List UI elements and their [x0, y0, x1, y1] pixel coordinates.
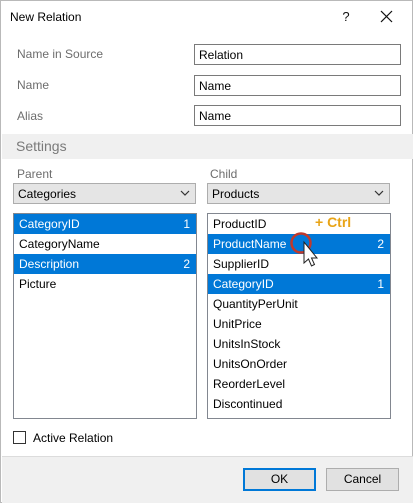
name-label: Name	[17, 78, 50, 92]
column-list-item[interactable]: QuantityPerUnit	[208, 294, 390, 314]
name-in-source-label: Name in Source	[17, 47, 104, 61]
column-name: UnitsInStock	[213, 337, 281, 351]
child-table-select[interactable]: Products	[207, 183, 390, 204]
ctrl-modifier-hint: + Ctrl	[315, 214, 352, 230]
new-relation-dialog: New Relation ? Name in Source Relation N…	[0, 0, 413, 503]
column-name: CategoryID	[19, 217, 80, 231]
settings-section-header: Settings	[2, 134, 413, 159]
column-name: ProductName	[213, 237, 287, 251]
column-name: UnitsOnOrder	[213, 357, 288, 371]
column-name: Picture	[19, 277, 57, 291]
settings-title: Settings	[16, 138, 67, 154]
column-name: ReorderLevel	[213, 377, 286, 391]
title-bar: New Relation ?	[1, 1, 412, 33]
column-list-item[interactable]: Description 2	[14, 254, 196, 274]
ok-button[interactable]: OK	[243, 468, 316, 491]
column-name: Description	[19, 257, 80, 271]
cancel-button[interactable]: Cancel	[326, 468, 399, 491]
column-list-item[interactable]: CategoryID 1	[208, 274, 390, 294]
dialog-title: New Relation	[10, 10, 82, 24]
mouse-pointer-icon	[290, 232, 319, 267]
parent-table-value: Categories	[18, 187, 77, 201]
name-input[interactable]: Name	[194, 75, 401, 96]
chevron-down-icon	[180, 190, 190, 196]
parent-label: Parent	[17, 167, 53, 181]
help-button[interactable]: ?	[335, 6, 357, 28]
column-name: SupplierID	[213, 257, 270, 271]
close-button[interactable]	[373, 5, 399, 29]
child-label: Child	[210, 167, 238, 181]
alias-label: Alias	[17, 109, 44, 123]
child-table-value: Products	[212, 187, 260, 201]
column-list-item[interactable]: Discontinued	[208, 394, 390, 414]
active-relation-label: Active Relation	[33, 431, 114, 445]
column-list-item[interactable]: ProductID	[208, 214, 390, 234]
column-list-item[interactable]: UnitPrice	[208, 314, 390, 334]
column-name: UnitPrice	[213, 317, 262, 331]
column-list-item[interactable]: CategoryID 1	[14, 214, 196, 234]
chevron-down-icon	[374, 190, 384, 196]
column-name: CategoryID	[213, 277, 274, 291]
column-name: ProductID	[213, 217, 267, 231]
column-list-item[interactable]: CategoryName	[14, 234, 196, 254]
selection-order: 2	[377, 237, 384, 251]
close-icon	[380, 10, 392, 23]
column-list-item[interactable]: UnitsInStock	[208, 334, 390, 354]
alias-input[interactable]: Name	[194, 105, 401, 126]
parent-columns-list[interactable]: CategoryID 1 CategoryName Description 2 Pictu…	[13, 213, 197, 419]
parent-table-select[interactable]: Categories	[13, 183, 196, 204]
column-name: QuantityPerUnit	[213, 297, 298, 311]
active-relation-checkbox[interactable]	[13, 431, 26, 444]
column-list-item[interactable]: ReorderLevel	[208, 374, 390, 394]
selection-order: 1	[377, 277, 384, 291]
selection-order: 1	[183, 217, 190, 231]
column-name: Discontinued	[213, 397, 283, 411]
column-name: CategoryName	[19, 237, 100, 251]
column-list-item[interactable]: UnitsOnOrder	[208, 354, 390, 374]
column-list-item[interactable]: Picture	[14, 274, 196, 294]
selection-order: 2	[183, 257, 190, 271]
name-in-source-input[interactable]: Relation	[194, 44, 401, 65]
